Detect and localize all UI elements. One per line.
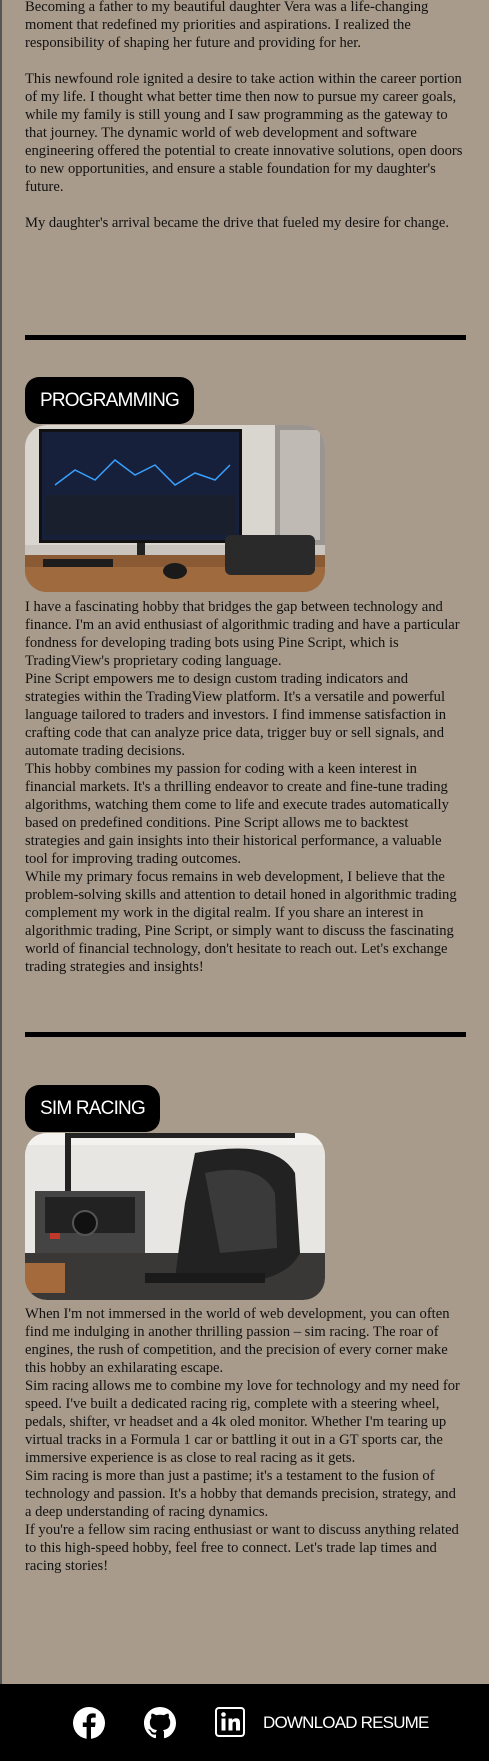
linkedin-icon[interactable]: [215, 1707, 245, 1742]
racing-rig-image: [25, 1133, 325, 1300]
page-left-border: [0, 0, 2, 1684]
simracing-paragraph: Sim racing allows me to combine my love …: [25, 1378, 460, 1466]
main-content: Becoming a father to my beautiful daught…: [25, 0, 466, 1575]
intro-paragraph: This newfound role ignited a desire to t…: [25, 71, 463, 195]
footer: DOWNLOAD RESUME: [0, 1684, 489, 1761]
simracing-section: SIM RACING When I'm not immersed in the …: [25, 1085, 465, 1575]
programming-setup-photo: [25, 425, 325, 592]
simracing-paragraph: Sim racing is more than just a pastime; …: [25, 1468, 456, 1520]
programming-text: I have a fascinating hobby that bridges …: [25, 598, 465, 976]
simracing-text: When I'm not immersed in the world of we…: [25, 1305, 465, 1575]
monitor-desk-image: [25, 425, 325, 592]
simracing-paragraph: If you're a fellow sim racing enthusiast…: [25, 1522, 459, 1574]
section-heading-programming: PROGRAMMING: [25, 377, 194, 424]
intro-paragraph: My daughter's arrival became the drive t…: [25, 215, 450, 231]
programming-paragraph: While my primary focus remains in web de…: [25, 869, 457, 975]
github-icon[interactable]: [144, 1707, 176, 1744]
programming-section: PROGRAMMING I have a fascinating hobby t…: [25, 377, 465, 976]
facebook-icon[interactable]: [73, 1707, 105, 1744]
programming-paragraph: I have a fascinating hobby that bridges …: [25, 599, 460, 669]
simracing-paragraph: When I'm not immersed in the world of we…: [25, 1306, 450, 1376]
programming-paragraph: Pine Script empowers me to design custom…: [25, 671, 447, 759]
programming-paragraph: This hobby combines my passion for codin…: [25, 761, 449, 867]
section-divider: [25, 1032, 466, 1037]
section-heading-simracing: SIM RACING: [25, 1085, 160, 1132]
intro-section: Becoming a father to my beautiful daught…: [25, 0, 465, 232]
section-divider: [25, 335, 466, 340]
download-resume-link[interactable]: DOWNLOAD RESUME: [263, 1684, 429, 1761]
sim-rig-photo: [25, 1133, 325, 1300]
intro-paragraph: Becoming a father to my beautiful daught…: [25, 0, 429, 51]
